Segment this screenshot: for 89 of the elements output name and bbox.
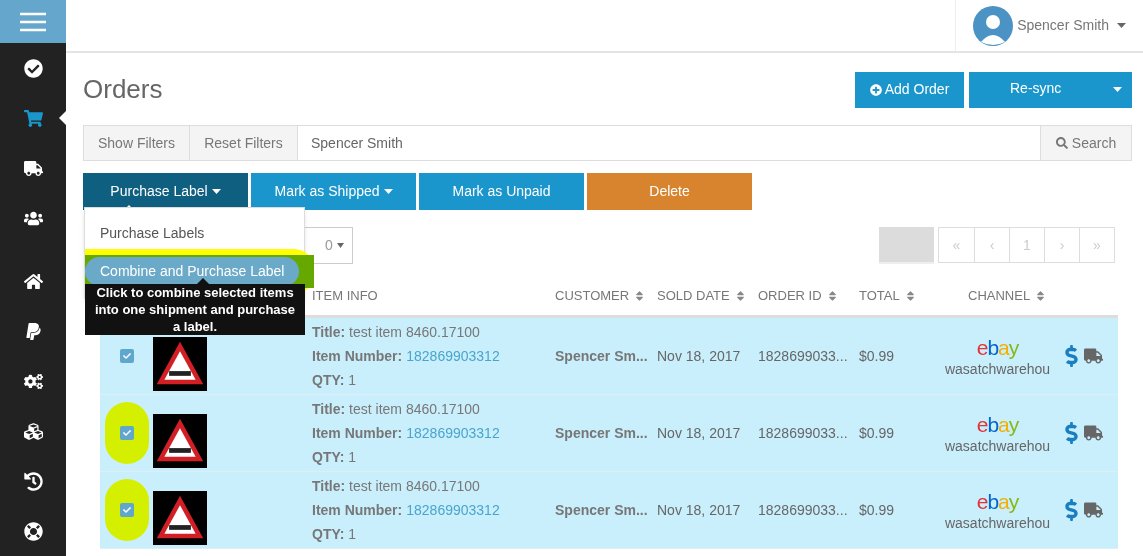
sort-icon[interactable] bbox=[635, 290, 645, 302]
item-qty: QTY: 1 bbox=[312, 447, 358, 467]
column-header: TOTAL bbox=[859, 287, 900, 306]
item-number-label: Item Number: bbox=[312, 346, 403, 366]
dollar-icon[interactable] bbox=[1065, 345, 1078, 367]
column-header: SOLD DATE bbox=[657, 287, 730, 306]
channel-name: wasatchwarehou bbox=[944, 513, 1051, 533]
menu-icon bbox=[20, 11, 46, 32]
caret-icon bbox=[211, 189, 221, 194]
page-info-box bbox=[879, 227, 934, 264]
home-icon bbox=[23, 271, 43, 291]
active-pointer-icon bbox=[59, 111, 66, 125]
total-cell-text: $0.99 bbox=[859, 346, 896, 366]
search-button[interactable]: Search bbox=[1041, 125, 1132, 161]
search-icon bbox=[1055, 137, 1068, 149]
menu-item[interactable]: Purchase Labels bbox=[85, 218, 220, 249]
customer-cell-text: Spencer Sm... bbox=[555, 423, 649, 443]
resync-button[interactable]: Re-sync bbox=[969, 71, 1132, 108]
resync-label: Re-sync bbox=[1010, 78, 1062, 98]
table-row[interactable]: Title: test item 8460.17100 Item Number: 182869903312 QTY: 1 Spencer Sm... Nov 18, 2017 1828699033... $0.99 ebay wasatchwarehou bbox=[100, 395, 1118, 472]
caret-icon bbox=[337, 243, 344, 248]
item-title: Title: test item 8460.17100 bbox=[312, 322, 481, 342]
channel-logo: ebay bbox=[976, 336, 1019, 359]
page-title: Orders bbox=[83, 73, 163, 106]
sold-date-cell-text: Nov 18, 2017 bbox=[657, 346, 742, 366]
order-id-cell-text: 1828699033... bbox=[758, 423, 849, 443]
item-qty: QTY: 1 bbox=[312, 370, 358, 390]
item-number-link[interactable]: 182869903312 bbox=[406, 345, 500, 367]
user-menu[interactable]: Spencer Smith bbox=[955, 0, 1143, 51]
channel-name: wasatchwarehou bbox=[944, 436, 1051, 456]
row-checkbox[interactable] bbox=[119, 349, 134, 363]
sold-date-cell-text: Nov 18, 2017 bbox=[657, 500, 742, 520]
customer-cell-text: Spencer Sm... bbox=[555, 346, 649, 366]
action-button[interactable]: Delete bbox=[587, 173, 752, 210]
item-number-link[interactable]: 182869903312 bbox=[406, 499, 500, 521]
truck-icon bbox=[23, 158, 43, 178]
total-cell-text: $0.99 bbox=[859, 423, 896, 443]
avatar-icon bbox=[973, 5, 1014, 46]
item-title: Title: test item 8460.17100 bbox=[312, 476, 481, 496]
dollar-icon[interactable] bbox=[1065, 499, 1078, 521]
channel-logo: ebay bbox=[976, 490, 1019, 513]
truck-icon[interactable] bbox=[1084, 348, 1103, 364]
reset-filters-button[interactable]: Reset Filters bbox=[190, 125, 298, 161]
channel-logo: ebay bbox=[976, 413, 1019, 436]
life-ring-icon bbox=[23, 521, 43, 541]
row-checkbox[interactable] bbox=[119, 426, 134, 440]
order-id-cell-text: 1828699033... bbox=[758, 346, 849, 366]
sold-date-cell-text: Nov 18, 2017 bbox=[657, 423, 742, 443]
cubes-icon bbox=[23, 421, 43, 441]
truck-icon[interactable] bbox=[1084, 425, 1103, 441]
sort-icon[interactable] bbox=[1036, 290, 1046, 302]
customer-cell-text: Spencer Sm... bbox=[555, 500, 649, 520]
action-button[interactable]: Mark as Shipped bbox=[251, 173, 416, 210]
show-filters-button[interactable]: Show Filters bbox=[83, 125, 190, 161]
item-qty: QTY: 1 bbox=[312, 524, 358, 544]
total-cell-text: $0.99 bbox=[859, 500, 896, 520]
history-icon bbox=[23, 471, 43, 491]
order-id-cell-text: 1828699033... bbox=[758, 500, 849, 520]
dollar-icon[interactable] bbox=[1065, 422, 1078, 444]
caret-icon bbox=[383, 189, 393, 194]
check-icon bbox=[122, 506, 131, 514]
item-number-link[interactable]: 182869903312 bbox=[406, 422, 500, 444]
caret-icon bbox=[1113, 87, 1122, 92]
column-header: CUSTOMER bbox=[555, 287, 630, 306]
plus-icon bbox=[869, 83, 882, 96]
menu-item[interactable]: Combine and Purchase Label bbox=[85, 257, 300, 286]
sort-icon[interactable] bbox=[827, 290, 837, 302]
column-header: ORDER ID bbox=[758, 287, 822, 306]
gears-icon bbox=[23, 371, 43, 391]
row-checkbox[interactable] bbox=[119, 503, 134, 517]
check-icon bbox=[122, 429, 131, 437]
column-header: CHANNEL bbox=[968, 287, 1031, 306]
action-button[interactable]: Mark as Unpaid bbox=[419, 173, 584, 210]
paypal-icon bbox=[23, 321, 43, 341]
column-header: ITEM INFO bbox=[312, 287, 378, 306]
cart-icon bbox=[23, 108, 43, 128]
caret-icon bbox=[1117, 23, 1126, 28]
truck-icon[interactable] bbox=[1084, 502, 1103, 518]
table-row[interactable]: Title: test item 8460.17100 Item Number: 182869903312 QTY: 1 Spencer Sm... Nov 18, 2017 1828699033... $0.99 ebay wasatchwarehou bbox=[100, 472, 1118, 549]
item-title: Title: test item 8460.17100 bbox=[312, 399, 481, 419]
item-number-label: Item Number: bbox=[312, 500, 403, 520]
check-icon bbox=[122, 352, 131, 360]
tooltip: Click to combine selected items into one shipment and purchase a label. bbox=[85, 284, 305, 335]
item-number-label: Item Number: bbox=[312, 423, 403, 443]
sort-icon[interactable] bbox=[735, 290, 745, 302]
search-field[interactable]: Spencer Smith bbox=[298, 125, 1041, 161]
add-order-button[interactable]: Add Order bbox=[855, 71, 964, 108]
channel-name: wasatchwarehou bbox=[944, 359, 1051, 379]
sort-icon[interactable] bbox=[905, 290, 915, 302]
